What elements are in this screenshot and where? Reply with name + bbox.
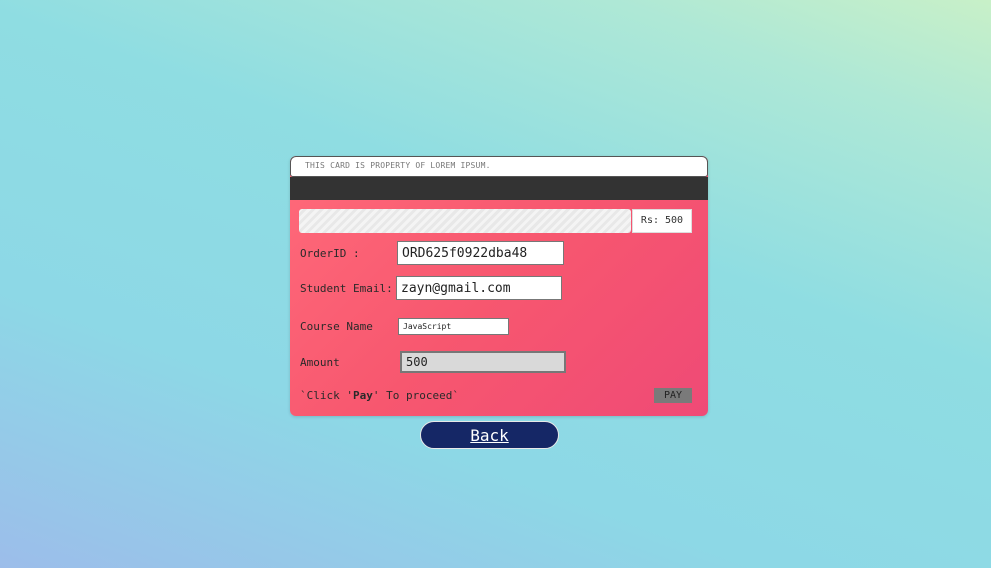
order-id-label: OrderID :: [300, 247, 360, 260]
amount-value: 500: [406, 355, 428, 369]
card-property-text: THIS CARD IS PROPERTY OF LOREM IPSUM.: [305, 161, 491, 170]
student-email-field[interactable]: zayn@gmail.com: [396, 276, 562, 300]
course-name-field[interactable]: JavaScript: [398, 318, 509, 335]
course-name-label: Course Name: [300, 320, 373, 333]
amount-badge: Rs: 500: [632, 209, 692, 233]
student-email-value: zayn@gmail.com: [401, 280, 511, 296]
student-email-label: Student Email:: [300, 282, 393, 295]
instruction-suffix: ' To proceed`: [372, 389, 459, 402]
amount-label: Amount: [300, 356, 340, 369]
instruction-prefix: `Click ': [300, 389, 353, 402]
amount-field[interactable]: 500: [400, 351, 566, 373]
order-id-value: ORD625f0922dba48: [402, 245, 528, 261]
card-property-strip: THIS CARD IS PROPERTY OF LOREM IPSUM.: [290, 156, 708, 177]
pay-instruction: `Click 'Pay' To proceed`: [300, 389, 459, 402]
instruction-bold: Pay: [352, 389, 373, 402]
course-name-value: JavaScript: [403, 322, 452, 331]
back-button[interactable]: Back: [420, 421, 559, 449]
pay-button[interactable]: PAY: [654, 388, 692, 403]
payment-card: THIS CARD IS PROPERTY OF LOREM IPSUM. Rs…: [290, 156, 708, 416]
magnetic-stripe: [290, 177, 708, 200]
order-id-field[interactable]: ORD625f0922dba48: [397, 241, 564, 265]
signature-strip: [299, 209, 631, 233]
